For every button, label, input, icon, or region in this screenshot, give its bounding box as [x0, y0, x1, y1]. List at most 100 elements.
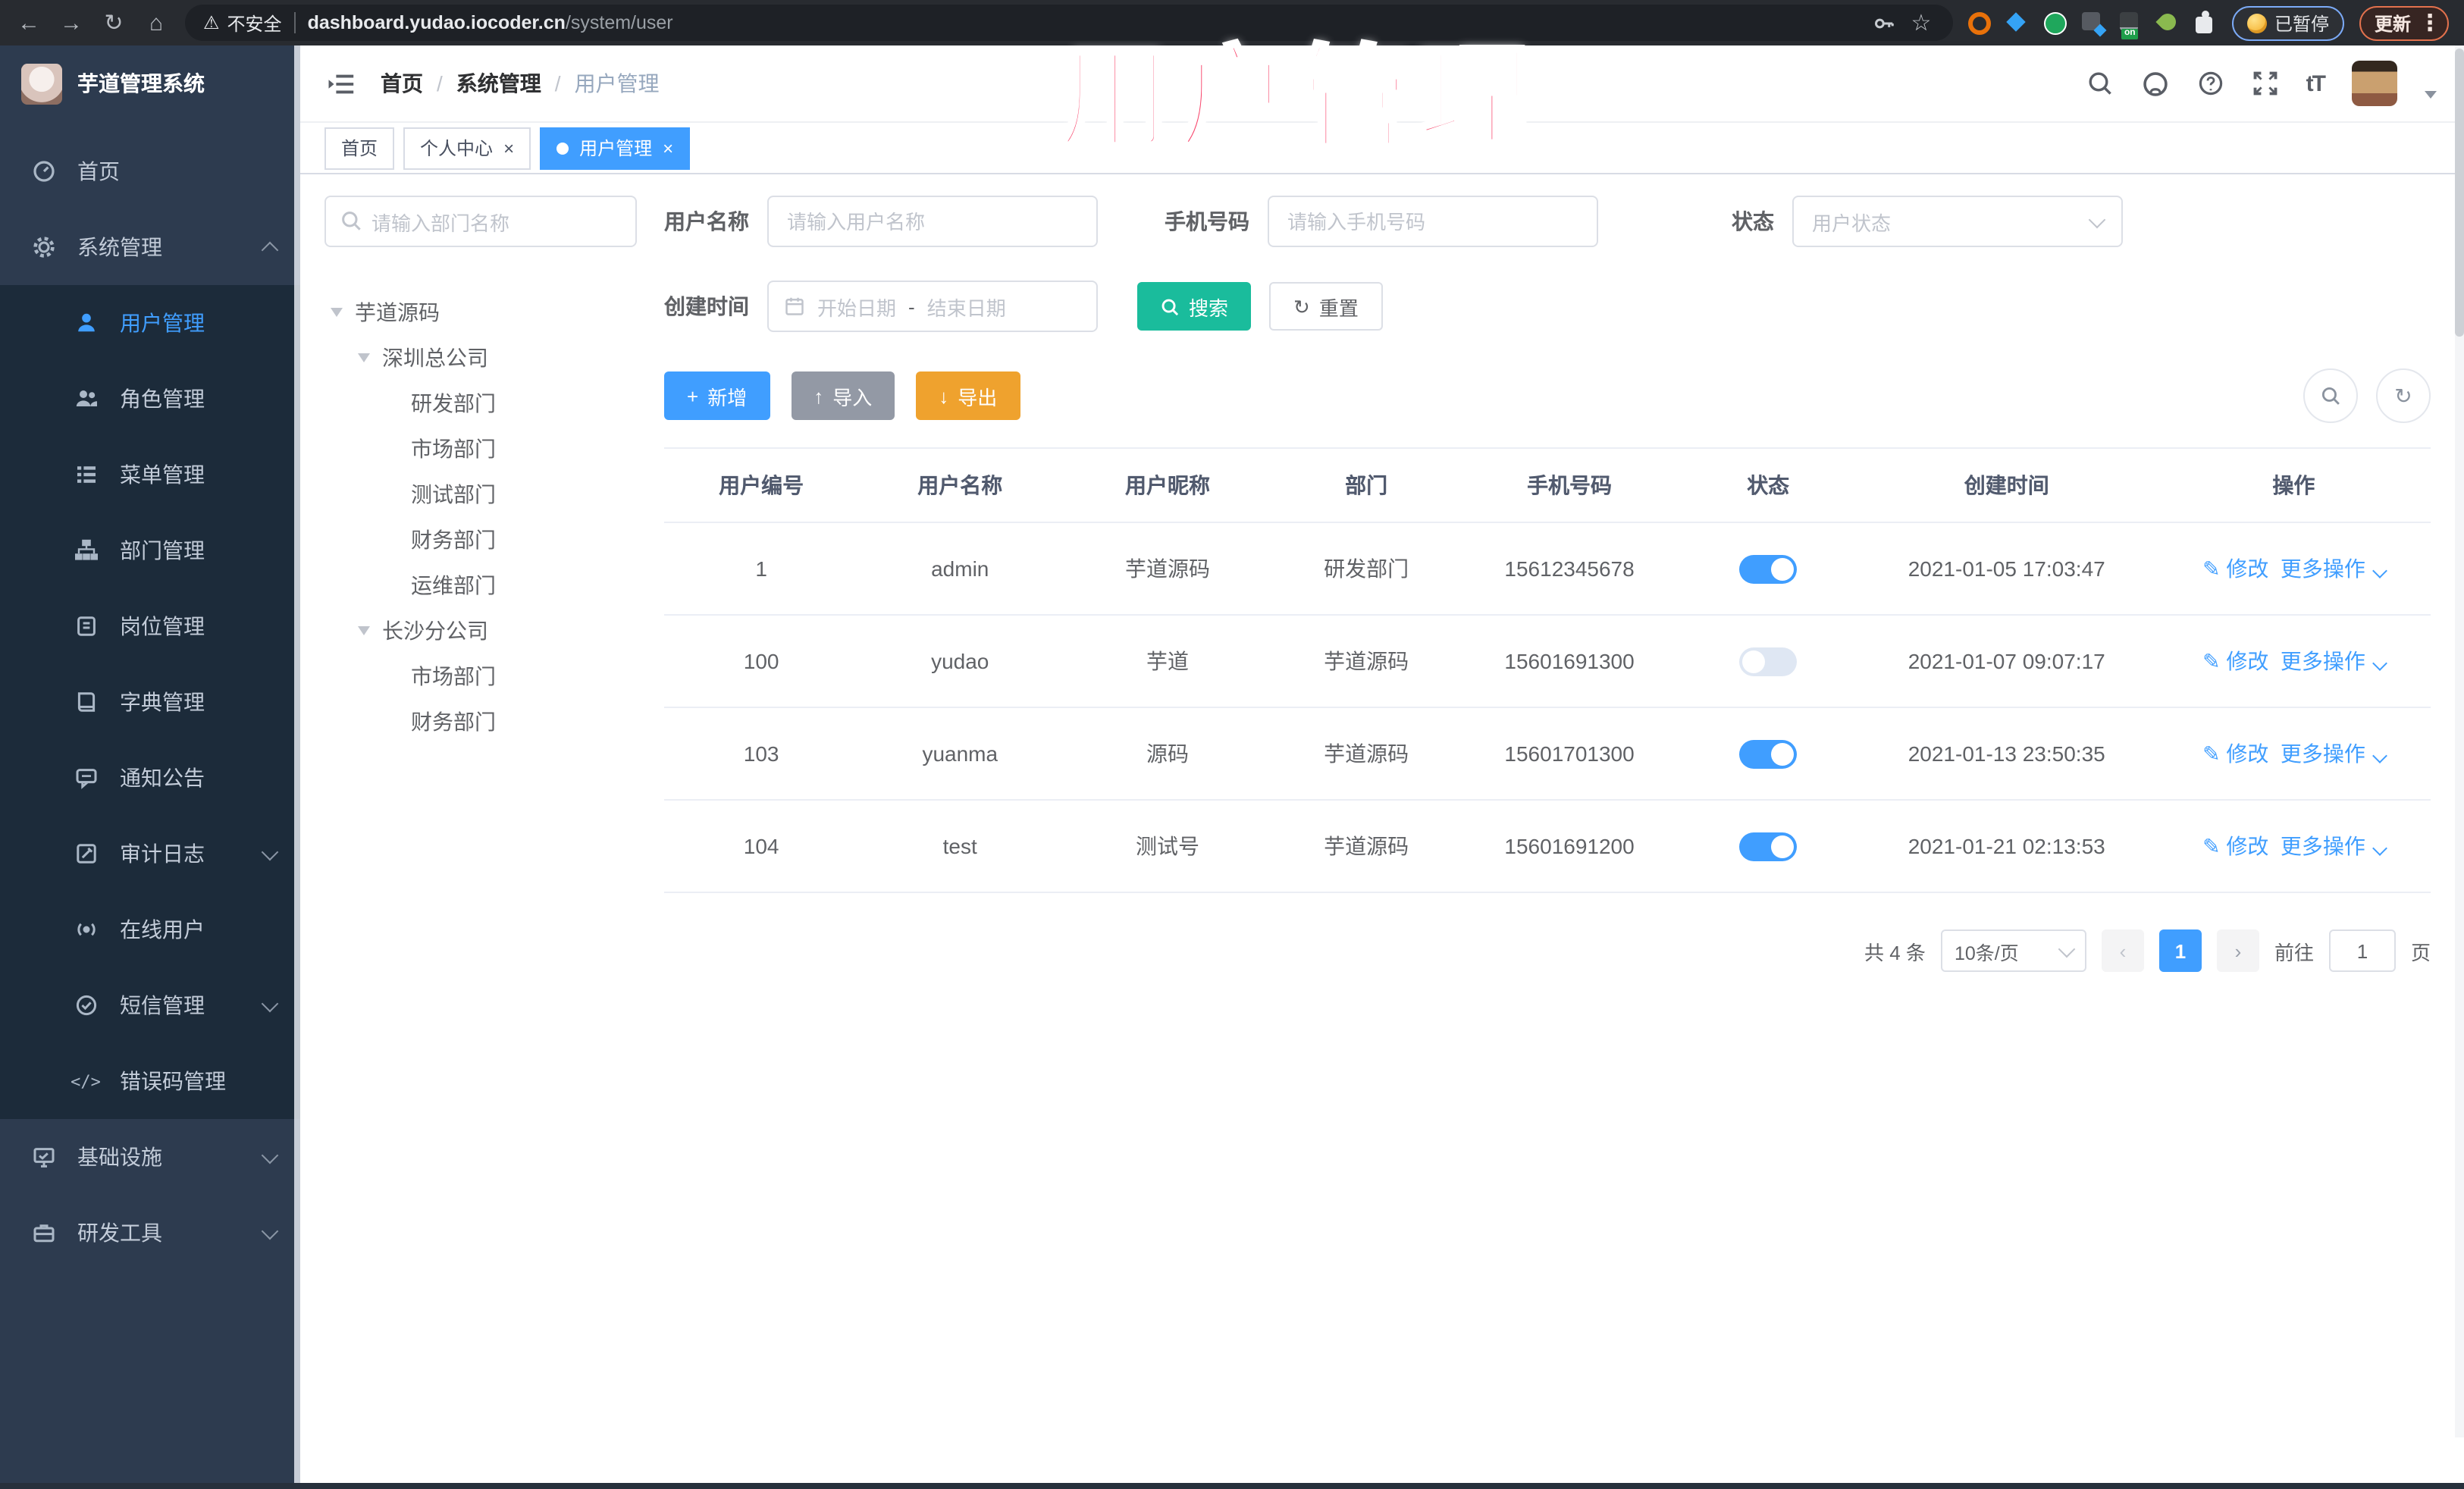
reset-button[interactable]: ↻ 重置	[1269, 282, 1383, 331]
edit-link[interactable]: ✎ 修改	[2202, 741, 2268, 766]
import-button[interactable]: ↑ 导入	[791, 371, 895, 420]
sidebar-item-menu-management[interactable]: 菜单管理	[0, 437, 300, 513]
close-icon[interactable]: ×	[663, 139, 673, 157]
kebab-menu-icon[interactable]: ⋮	[2419, 11, 2441, 34]
search-icon[interactable]	[2086, 70, 2114, 97]
extension-icon-orange[interactable]	[1967, 12, 1991, 35]
tree-node-company[interactable]: 深圳总公司	[324, 335, 637, 381]
caret-down-icon[interactable]	[358, 353, 370, 362]
extensions-strip: on	[1967, 10, 2217, 39]
edit-link[interactable]: ✎ 修改	[2202, 556, 2268, 581]
tree-node-dept[interactable]: 市场部门	[324, 426, 637, 472]
date-range-picker[interactable]: 开始日期 - 结束日期	[767, 281, 1098, 332]
tree-node-dept[interactable]: 财务部门	[324, 517, 637, 563]
tree-node-dept[interactable]: 测试部门	[324, 472, 637, 517]
profile-paused-badge[interactable]: 已暂停	[2231, 5, 2344, 40]
sidebar-item-error-code[interactable]: </> 错误码管理	[0, 1043, 300, 1119]
home-icon[interactable]: ⌂	[143, 11, 170, 34]
status-toggle[interactable]	[1739, 554, 1798, 583]
close-icon[interactable]: ×	[503, 139, 514, 157]
next-page-button[interactable]: ›	[2216, 929, 2259, 972]
font-size-icon[interactable]: tT	[2306, 71, 2326, 96]
extension-icon-gem[interactable]	[2006, 12, 2027, 33]
extension-icon-green[interactable]	[2043, 12, 2067, 35]
sidebar-scrollbar[interactable]	[294, 45, 300, 1483]
security-warning[interactable]: ⚠ 不安全	[203, 10, 282, 36]
status-toggle[interactable]	[1739, 832, 1798, 860]
refresh-table-button[interactable]: ↻	[2376, 368, 2431, 423]
prev-page-button[interactable]: ‹	[2101, 929, 2144, 972]
add-button[interactable]: + 新增	[664, 371, 770, 420]
fullscreen-icon[interactable]	[2252, 70, 2279, 97]
edit-link[interactable]: ✎ 修改	[2202, 834, 2268, 858]
sidebar-item-system[interactable]: 系统管理	[0, 209, 300, 285]
export-button[interactable]: ↓ 导出	[916, 371, 1020, 420]
extension-icon-leaf[interactable]	[2155, 10, 2180, 34]
search-button[interactable]: 搜索	[1137, 282, 1252, 331]
key-icon[interactable]	[1873, 11, 1895, 34]
more-actions-link[interactable]: 更多操作	[2281, 741, 2387, 766]
sidebar-item-dev-tools[interactable]: 研发工具	[0, 1195, 300, 1271]
help-icon[interactable]	[2197, 70, 2224, 97]
sidebar-item-sms-management[interactable]: 短信管理	[0, 967, 300, 1043]
cell-mobile: 15601701300	[1459, 707, 1680, 801]
tab-user-management[interactable]: 用户管理 ×	[540, 127, 691, 169]
fold-sidebar-icon[interactable]	[328, 69, 356, 98]
username-input[interactable]	[767, 196, 1098, 247]
more-actions-link[interactable]: 更多操作	[2280, 649, 2387, 673]
status-toggle[interactable]	[1739, 647, 1798, 676]
dept-search-input[interactable]: 请输入部门名称	[324, 196, 637, 247]
sidebar-item-label: 错误码管理	[120, 1069, 226, 1093]
breadcrumb-home[interactable]: 首页	[381, 68, 423, 99]
tree-node-dept[interactable]: 研发部门	[324, 381, 637, 426]
sidebar-item-online-users[interactable]: 在线用户	[0, 892, 300, 967]
tab-profile[interactable]: 个人中心 ×	[403, 127, 531, 169]
status-toggle[interactable]	[1739, 739, 1798, 768]
goto-page-input[interactable]	[2328, 929, 2396, 972]
more-label: 更多操作	[2280, 649, 2365, 673]
sidebar-item-home[interactable]: 首页	[0, 133, 300, 209]
back-icon[interactable]: ←	[15, 11, 42, 34]
tree-node-dept[interactable]: 市场部门	[324, 654, 637, 699]
scrollbar-thumb[interactable]	[2455, 49, 2464, 337]
sidebar-item-user-management[interactable]: 用户管理	[0, 285, 300, 361]
tree-node-root[interactable]: 芋道源码	[324, 290, 637, 335]
more-actions-link[interactable]: 更多操作	[2281, 556, 2387, 581]
forward-icon[interactable]: →	[58, 11, 85, 34]
browser-update-button[interactable]: 更新 ⋮	[2359, 5, 2449, 40]
page-size-select[interactable]: 10条/页	[1940, 929, 2086, 972]
sidebar-item-role-management[interactable]: 角色管理	[0, 361, 300, 437]
page-scrollbar[interactable]	[2455, 45, 2464, 1437]
caret-down-icon[interactable]	[331, 308, 343, 317]
tree-node-dept[interactable]: 财务部门	[324, 699, 637, 744]
sidebar-item-infrastructure[interactable]: 基础设施	[0, 1119, 300, 1195]
extension-icon-list[interactable]: on	[2119, 12, 2141, 39]
github-icon[interactable]	[2141, 69, 2170, 98]
user-avatar[interactable]	[2352, 61, 2397, 106]
more-actions-link[interactable]: 更多操作	[2281, 834, 2387, 858]
sidebar-item-dict-management[interactable]: 字典管理	[0, 664, 300, 740]
sidebar-item-post-management[interactable]: 岗位管理	[0, 588, 300, 664]
current-page[interactable]: 1	[2158, 929, 2202, 972]
tab-home[interactable]: 首页	[324, 127, 395, 169]
infrastructure-icon	[30, 1144, 56, 1170]
tree-node-company[interactable]: 长沙分公司	[324, 608, 637, 654]
app-logo-row[interactable]: 芋道管理系统	[0, 45, 300, 121]
bookmark-star-icon[interactable]: ☆	[1908, 11, 1935, 34]
sidebar-item-notice[interactable]: 通知公告	[0, 740, 300, 816]
address-bar[interactable]: ⚠ 不安全 dashboard.yudao.iocoder.cn/system/…	[185, 5, 1953, 41]
tree-node-dept[interactable]: 运维部门	[324, 563, 637, 608]
chevron-down-icon	[261, 842, 279, 860]
extension-icon-puzzle[interactable]	[2195, 12, 2217, 33]
toggle-search-button[interactable]	[2303, 368, 2358, 423]
mobile-input[interactable]	[1268, 196, 1598, 247]
edit-link[interactable]: ✎ 修改	[2202, 649, 2268, 673]
sidebar-item-audit-log[interactable]: 审计日志	[0, 816, 300, 892]
breadcrumb-system[interactable]: 系统管理	[456, 68, 541, 99]
avatar-caret-icon[interactable]	[2425, 90, 2437, 98]
reload-icon[interactable]: ↻	[100, 11, 127, 34]
extension-icon-grid[interactable]	[2081, 12, 2103, 33]
caret-down-icon[interactable]	[358, 626, 370, 635]
status-select[interactable]: 用户状态	[1792, 196, 2123, 247]
sidebar-item-dept-management[interactable]: 部门管理	[0, 513, 300, 588]
